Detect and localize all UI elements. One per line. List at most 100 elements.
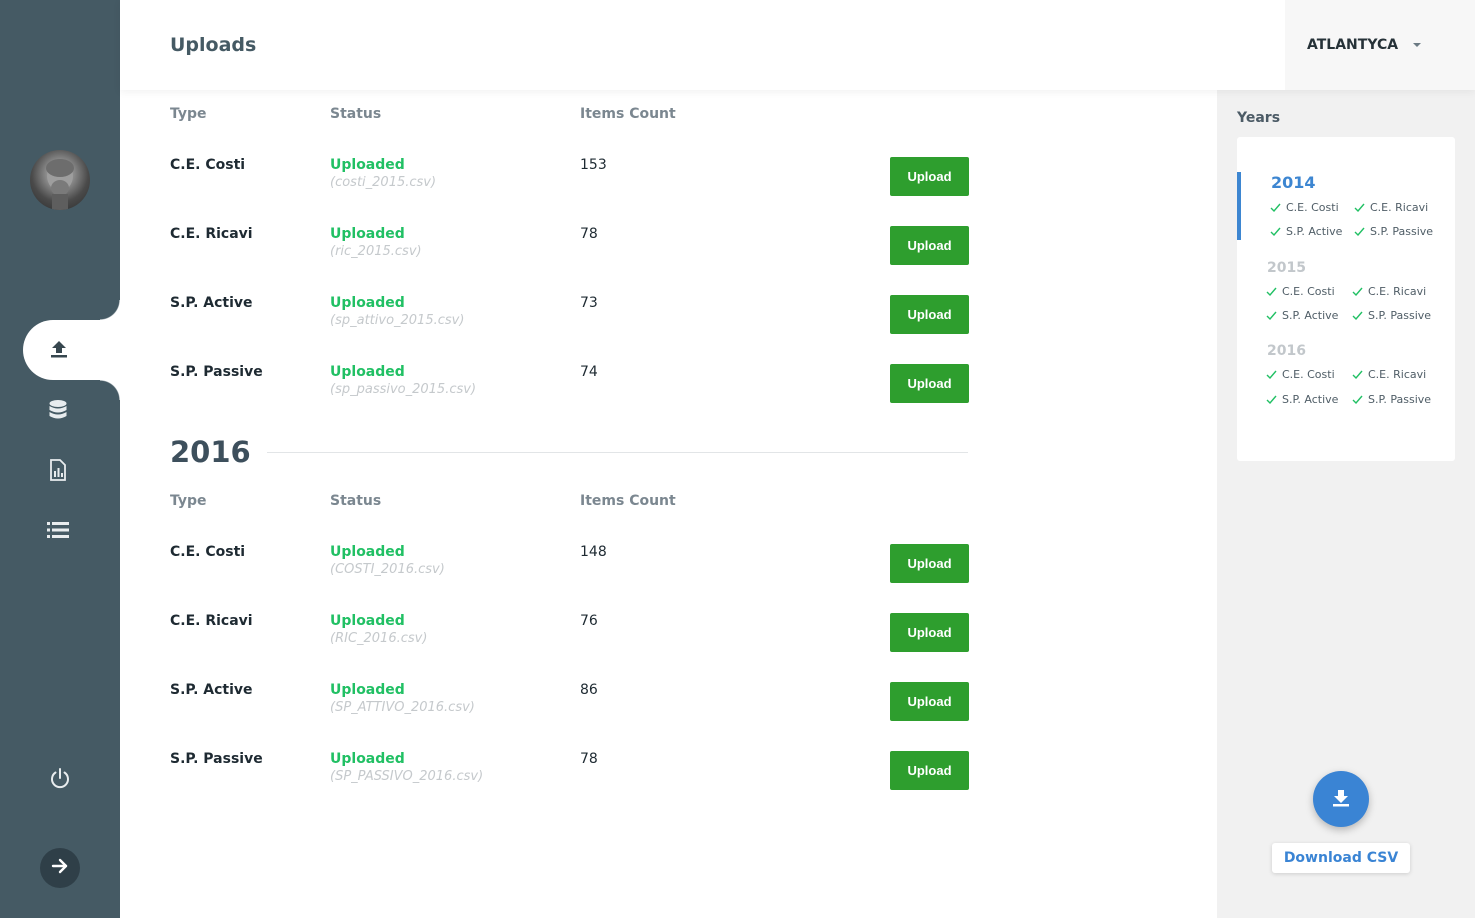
row-type: C.E. Ricavi xyxy=(170,613,253,629)
upload-button[interactable]: Upload xyxy=(890,544,969,583)
nav-item-uploads[interactable] xyxy=(23,300,120,400)
row-file: (sp_passivo_2015.csv) xyxy=(330,382,477,397)
year-check-item: C.E. Costi xyxy=(1266,285,1335,299)
check-icon xyxy=(1266,286,1277,299)
row-file: (costi_2015.csv) xyxy=(330,175,437,190)
year-title: 2014 xyxy=(1271,173,1316,192)
row-count: 74 xyxy=(580,364,598,380)
check-icon xyxy=(1270,202,1281,215)
row-type: S.P. Passive xyxy=(170,364,263,380)
row-status: Uploaded xyxy=(330,682,405,698)
caret-down-icon xyxy=(1413,43,1421,47)
check-icon xyxy=(1270,226,1281,239)
upload-button[interactable]: Upload xyxy=(890,226,969,265)
years-panel: Years 2014 C.E. Costi C.E. Ricavi S.P. A… xyxy=(1217,90,1475,918)
column-header-items-count: Items Count xyxy=(580,493,676,509)
check-icon xyxy=(1352,286,1363,299)
upload-icon xyxy=(48,338,70,364)
row-count: 153 xyxy=(580,157,607,173)
check-icon xyxy=(1352,310,1363,323)
year-check-item: S.P. Passive xyxy=(1352,393,1431,407)
row-count: 78 xyxy=(580,226,598,242)
row-file: (SP_PASSIVO_2016.csv) xyxy=(330,769,484,784)
download-csv-button[interactable]: Download CSV xyxy=(1272,843,1410,873)
company-selector[interactable]: ATLANTYCA xyxy=(1285,0,1475,90)
row-type: S.P. Passive xyxy=(170,751,263,767)
upload-button[interactable]: Upload xyxy=(890,364,969,403)
year-check-item: C.E. Costi xyxy=(1270,201,1339,215)
header: Uploads ATLANTYCA xyxy=(120,0,1475,90)
arrow-right-icon xyxy=(51,857,69,879)
row-file: (RIC_2016.csv) xyxy=(330,631,428,646)
year-check-item: S.P. Active xyxy=(1270,225,1342,239)
year-check-item: C.E. Ricavi xyxy=(1352,368,1426,382)
row-count: 73 xyxy=(580,295,598,311)
year-heading: 2016 xyxy=(170,435,251,469)
report-icon xyxy=(49,459,67,481)
upload-button[interactable]: Upload xyxy=(890,295,969,334)
avatar[interactable] xyxy=(30,150,90,210)
row-file: (COSTI_2016.csv) xyxy=(330,562,445,577)
column-header-status: Status xyxy=(330,493,382,509)
row-type: S.P. Active xyxy=(170,295,253,311)
nav-item-list[interactable] xyxy=(0,500,120,560)
column-header-items-count: Items Count xyxy=(580,106,676,122)
row-file: (sp_attivo_2015.csv) xyxy=(330,313,465,328)
download-fab[interactable] xyxy=(1313,771,1369,827)
nav-item-reports[interactable] xyxy=(0,440,120,500)
row-status: Uploaded xyxy=(330,751,405,767)
row-type: C.E. Costi xyxy=(170,157,246,173)
check-icon xyxy=(1352,394,1363,407)
page-title: Uploads xyxy=(170,34,257,56)
check-icon xyxy=(1266,394,1277,407)
year-check-item: C.E. Ricavi xyxy=(1354,201,1428,215)
year-check-item: C.E. Costi xyxy=(1266,368,1335,382)
row-status: Uploaded xyxy=(330,613,405,629)
year-title: 2015 xyxy=(1267,260,1306,276)
year-check-item: S.P. Passive xyxy=(1352,309,1431,323)
power-icon xyxy=(48,768,72,794)
years-label: Years xyxy=(1237,110,1281,126)
upload-button[interactable]: Upload xyxy=(890,157,969,196)
year-check-item: C.E. Ricavi xyxy=(1352,285,1426,299)
year-check-item: S.P. Active xyxy=(1266,393,1338,407)
nav-item-database[interactable] xyxy=(0,380,120,440)
database-icon xyxy=(48,399,68,421)
year-divider xyxy=(267,452,968,453)
download-icon xyxy=(1330,786,1352,812)
active-year-indicator xyxy=(1237,172,1241,240)
upload-button[interactable]: Upload xyxy=(890,751,969,790)
company-name: ATLANTYCA xyxy=(1307,37,1399,53)
check-icon xyxy=(1352,369,1363,382)
upload-button[interactable]: Upload xyxy=(890,613,969,652)
upload-button[interactable]: Upload xyxy=(890,682,969,721)
expand-sidebar-button[interactable] xyxy=(40,848,80,888)
row-status: Uploaded xyxy=(330,226,405,242)
sidebar xyxy=(0,0,120,918)
row-type: S.P. Active xyxy=(170,682,253,698)
row-status: Uploaded xyxy=(330,364,405,380)
year-check-item: S.P. Active xyxy=(1266,309,1338,323)
row-status: Uploaded xyxy=(330,157,405,173)
row-count: 86 xyxy=(580,682,598,698)
row-status: Uploaded xyxy=(330,295,405,311)
column-header-type: Type xyxy=(170,493,207,509)
row-type: C.E. Costi xyxy=(170,544,246,560)
list-icon xyxy=(47,521,69,539)
row-count: 78 xyxy=(580,751,598,767)
row-type: C.E. Ricavi xyxy=(170,226,253,242)
check-icon xyxy=(1354,226,1365,239)
row-status: Uploaded xyxy=(330,544,405,560)
row-file: (SP_ATTIVO_2016.csv) xyxy=(330,700,475,715)
check-icon xyxy=(1354,202,1365,215)
row-count: 76 xyxy=(580,613,598,629)
check-icon xyxy=(1266,310,1277,323)
power-button[interactable] xyxy=(48,766,72,794)
row-count: 148 xyxy=(580,544,607,560)
year-title: 2016 xyxy=(1267,343,1306,359)
row-file: (ric_2015.csv) xyxy=(330,244,422,259)
column-header-status: Status xyxy=(330,106,382,122)
main-content: Type Status Items Count C.E. Costi Uploa… xyxy=(120,90,1217,918)
check-icon xyxy=(1266,369,1277,382)
column-header-type: Type xyxy=(170,106,207,122)
